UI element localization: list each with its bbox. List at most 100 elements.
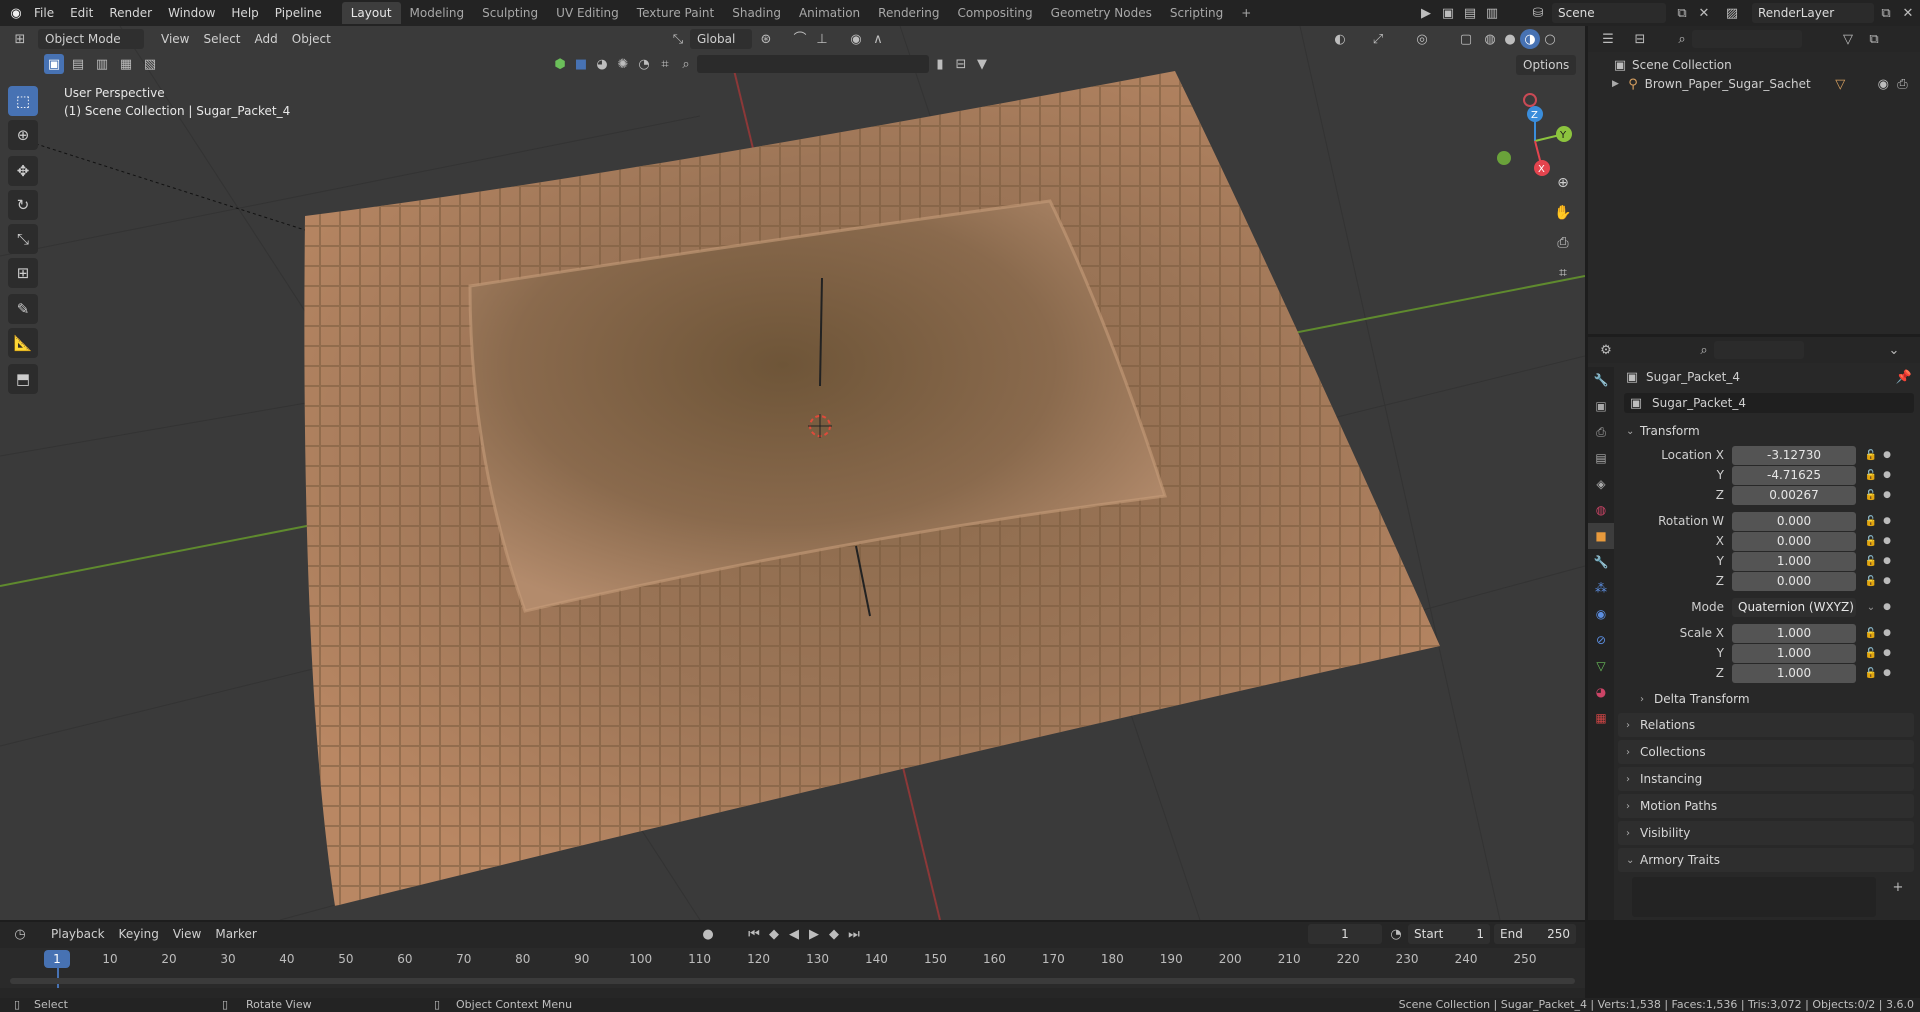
keyframe-dot-icon[interactable]: ● [1880, 470, 1894, 480]
pan-hand-icon[interactable]: ✋ [1550, 200, 1576, 226]
object-tab-icon[interactable]: ■ [1588, 523, 1614, 549]
menu-help[interactable]: Help [223, 0, 266, 26]
keyframe-dot-icon[interactable]: ● [1880, 648, 1894, 658]
transform-tool-icon[interactable]: ⊞ [8, 258, 38, 288]
render-animation-icon[interactable]: ▤ [1460, 3, 1480, 23]
editor-type-icon[interactable]: ⊞ [10, 29, 30, 49]
add-workspace-button[interactable]: + [1232, 2, 1260, 24]
menu-marker[interactable]: Marker [208, 924, 263, 944]
menu-file[interactable]: File [26, 0, 62, 26]
lock-icon[interactable]: 🔓 [1862, 628, 1880, 639]
delta-transform-section[interactable]: › Delta Transform [1632, 687, 1914, 711]
tab-animation[interactable]: Animation [790, 2, 869, 24]
bookmark-icon[interactable]: ▮ [930, 54, 950, 74]
expand-arrow-icon[interactable]: ▶ [1612, 79, 1625, 89]
location-x-field[interactable]: -3.12730 [1732, 445, 1856, 465]
play-icon[interactable]: ▶ [804, 924, 824, 944]
scale-z-field[interactable]: 1.000 [1732, 663, 1856, 683]
tool-tab-icon[interactable]: 🔧 [1588, 367, 1614, 393]
traits-list[interactable] [1632, 877, 1876, 917]
view-layer-tab-icon[interactable]: ▤ [1588, 445, 1614, 471]
lock-icon[interactable]: 🔓 [1862, 490, 1880, 501]
properties-search-input[interactable] [1714, 341, 1804, 359]
delete-scene-icon[interactable]: ✕ [1694, 3, 1714, 23]
view-layer-icon[interactable]: ▨ [1722, 3, 1742, 23]
lock-icon[interactable]: 🔓 [1862, 576, 1880, 587]
tab-uv-editing[interactable]: UV Editing [547, 2, 628, 24]
object-data-icon[interactable]: ▽ [1831, 74, 1850, 94]
lock-icon[interactable]: 🔓 [1862, 516, 1880, 527]
play-reverse-icon[interactable]: ◀ [784, 924, 804, 944]
xray-icon[interactable]: ▢ [1456, 29, 1476, 49]
falloff-icon[interactable]: ∧ [868, 29, 888, 49]
play-render-icon[interactable]: ▶ [1416, 3, 1436, 23]
keyframe-dot-icon[interactable]: ● [1880, 668, 1894, 678]
menu-object[interactable]: Object [285, 29, 338, 49]
light-icon[interactable]: ✺ [613, 54, 633, 74]
scale-x-field[interactable]: 1.000 [1732, 623, 1856, 643]
keyframe-dot-icon[interactable]: ● [1880, 576, 1894, 586]
add-cube-tool-icon[interactable]: ⬒ [8, 364, 38, 394]
stopwatch-icon[interactable]: ◔ [1386, 924, 1406, 944]
next-keyframe-icon[interactable]: ◆ [824, 924, 844, 944]
tab-geometry-nodes[interactable]: Geometry Nodes [1042, 2, 1161, 24]
visibility-icon[interactable]: ◐ [1330, 29, 1350, 49]
scene-tab-icon[interactable]: ◈ [1588, 471, 1614, 497]
filter-search-input[interactable] [697, 55, 929, 73]
keyframe-dot-icon[interactable]: ● [1880, 536, 1894, 546]
jump-end-icon[interactable]: ⏭ [844, 924, 864, 944]
collections-section[interactable]: › Collections [1618, 740, 1914, 764]
filter-icon[interactable]: ▼ [972, 54, 992, 74]
constraints-tab-icon[interactable]: ⊘ [1588, 627, 1614, 653]
world-tab-icon[interactable]: ◍ [1588, 497, 1614, 523]
display-mode-icon[interactable]: ⊟ [1630, 29, 1650, 49]
measure-tool-icon[interactable]: 📐 [8, 328, 38, 358]
menu-timeline-view[interactable]: View [166, 924, 208, 944]
select-extend-icon[interactable]: ▤ [68, 54, 88, 74]
wireframe-shading-icon[interactable]: ◍ [1480, 29, 1500, 49]
mode-selector[interactable]: Object Mode [38, 29, 144, 49]
keyframe-dot-icon[interactable]: ● [1880, 628, 1894, 638]
menu-add[interactable]: Add [248, 29, 285, 49]
zoom-icon[interactable]: ⊕ [1550, 170, 1576, 196]
object-browse-icon[interactable]: ▣ [1624, 393, 1648, 413]
scene-selector[interactable]: Scene [1552, 3, 1666, 23]
timeline-scrollbar[interactable] [10, 978, 1575, 984]
material-tab-icon[interactable]: ◕ [1588, 679, 1614, 705]
tab-scripting[interactable]: Scripting [1161, 2, 1232, 24]
camera-view-icon[interactable]: ⎙ [1550, 230, 1576, 256]
outliner-editor-icon[interactable]: ☰ [1598, 29, 1618, 49]
select-subtract-icon[interactable]: ▥ [92, 54, 112, 74]
scene-icon[interactable]: ⛁ [1528, 3, 1548, 23]
rotation-w-field[interactable]: 0.000 [1732, 511, 1856, 531]
annotate-tool-icon[interactable]: ✎ [8, 294, 38, 324]
outliner-root-row[interactable]: ▣ Scene Collection [1612, 56, 1732, 74]
render-settings-icon[interactable]: ▥ [1482, 3, 1502, 23]
cursor-tool-icon[interactable]: ⊕ [8, 120, 38, 150]
proportional-edit-icon[interactable]: ◉ [846, 29, 866, 49]
menu-keying[interactable]: Keying [112, 924, 166, 944]
overlay-icon[interactable]: ◎ [1412, 29, 1432, 49]
visibility-section[interactable]: › Visibility [1618, 821, 1914, 845]
menu-render[interactable]: Render [101, 0, 160, 26]
select-box-tool-icon[interactable]: ⬚ [8, 86, 38, 116]
timeline-editor-icon[interactable]: ◷ [10, 924, 30, 944]
tab-modeling[interactable]: Modeling [401, 2, 474, 24]
gizmo-icon[interactable]: ⤢ [1368, 29, 1388, 49]
modifier-tab-icon[interactable]: 🔧 [1588, 549, 1614, 575]
lock-icon[interactable]: 🔓 [1862, 648, 1880, 659]
new-scene-icon[interactable]: ⧉ [1672, 3, 1692, 23]
solid-shading-icon[interactable]: ● [1500, 29, 1520, 49]
start-frame-field[interactable]: Start 1 [1408, 924, 1490, 944]
motion-paths-section[interactable]: › Motion Paths [1618, 794, 1914, 818]
tab-texture-paint[interactable]: Texture Paint [628, 2, 723, 24]
tab-layout[interactable]: Layout [341, 2, 401, 24]
color-wheel-icon[interactable]: ⬢ [550, 54, 570, 74]
new-collection-icon[interactable]: ⧉ [1864, 29, 1884, 49]
tab-rendering[interactable]: Rendering [869, 2, 948, 24]
rotation-x-field[interactable]: 0.000 [1732, 531, 1856, 551]
end-frame-field[interactable]: End 250 [1494, 924, 1576, 944]
record-icon[interactable]: ● [698, 924, 718, 944]
3d-viewport[interactable]: ⊞ Object Mode View Select Add Object ⤡ G… [0, 26, 1585, 920]
outliner-item-row[interactable]: ▶ ⚲ Brown_Paper_Sugar_Sachet ▽ ◉ ⎙ [1612, 74, 1912, 94]
